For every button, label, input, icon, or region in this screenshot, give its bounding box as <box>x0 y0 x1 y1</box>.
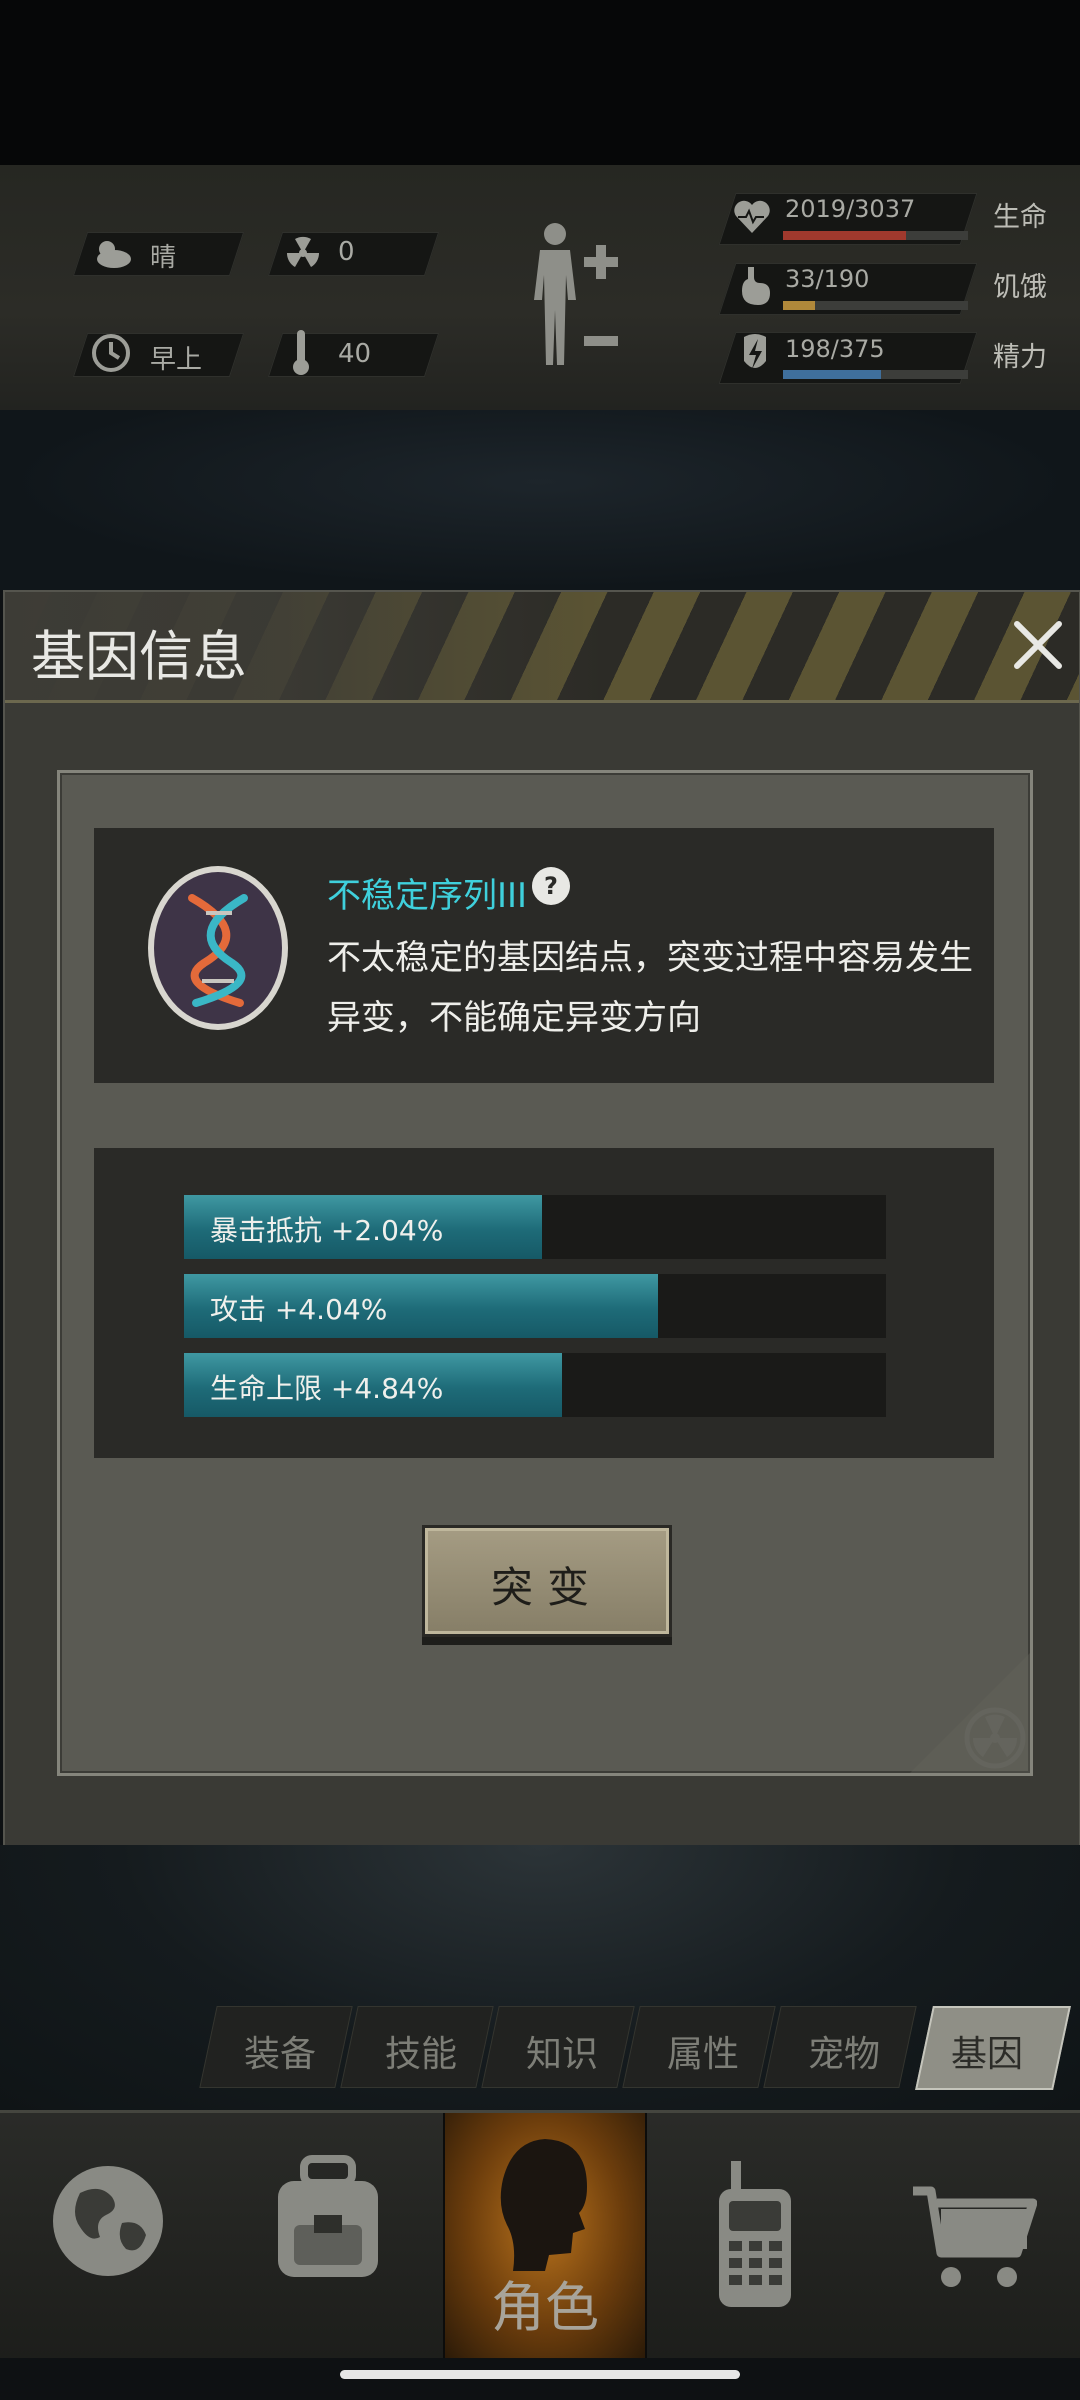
gene-info-card: 不稳定序列III ? 不太稳定的基因结点，突变过程中容易发生异变，不能确定异变方… <box>94 828 994 1083</box>
bottom-nav-bar: 角色 <box>0 2110 1080 2358</box>
energy-label: 精力 <box>993 342 1047 373</box>
top-safe-area <box>0 0 1080 165</box>
thermometer-icon <box>290 327 312 381</box>
head-silhouette-icon[interactable] <box>493 2133 597 2277</box>
energy-bar-fill <box>783 370 881 379</box>
gene-panel: 不稳定序列III ? 不太稳定的基因结点，突变过程中容易发生异变，不能确定异变方… <box>57 770 1033 1776</box>
body-figure-icon[interactable] <box>520 220 590 374</box>
nav-radio[interactable] <box>643 2113 863 2358</box>
stat-label: 暴击抵抗 +2.04% <box>210 1214 444 1247</box>
gene-description: 不太稳定的基因结点，突变过程中容易发生异变，不能确定异变方向 <box>327 938 973 1038</box>
tab-skills-label[interactable]: 技能 <box>385 2025 457 2077</box>
stomach-icon <box>738 265 772 311</box>
status-bar: 晴 0 早上 40 2019/3037 生命 33/190 饥饿 198/375… <box>0 165 1080 413</box>
home-indicator[interactable] <box>340 2370 740 2379</box>
help-icon[interactable]: ? <box>531 866 571 906</box>
mutate-button-label: 突变 <box>490 1563 603 1612</box>
heart-icon <box>732 197 772 239</box>
radiation-value: 0 <box>338 237 355 267</box>
stat-row-crit-resist: 暴击抵抗 +2.04% <box>184 1195 886 1259</box>
tab-equipment-label[interactable]: 装备 <box>244 2025 316 2077</box>
tab-genes-label[interactable]: 基因 <box>951 2025 1023 2077</box>
mutate-button[interactable]: 突变 <box>422 1525 672 1637</box>
gene-info-dialog: 基因信息 不稳定序列III ? 不太稳定的基因结点，突变过程中容易发生异变，不能… <box>3 590 1080 1849</box>
tab-attributes-label[interactable]: 属性 <box>667 2025 739 2077</box>
health-bar <box>783 231 968 240</box>
gene-name: 不稳定序列III <box>327 876 528 916</box>
globe-icon[interactable] <box>50 2163 166 2283</box>
radiation-icon <box>283 233 323 277</box>
dialog-title: 基因信息 <box>31 625 247 688</box>
close-icon[interactable] <box>1003 610 1073 680</box>
health-label: 生命 <box>993 202 1047 233</box>
clock-icon <box>90 332 132 378</box>
energy-bar <box>783 370 968 379</box>
nav-shop[interactable] <box>863 2113 1080 2358</box>
health-value: 2019/3037 <box>785 195 916 223</box>
close-button[interactable] <box>1003 610 1073 680</box>
tab-knowledge-label[interactable]: 知识 <box>526 2025 598 2077</box>
nav-backpack[interactable] <box>220 2113 443 2358</box>
weather-sunny-icon <box>90 235 134 275</box>
tab-pets-label[interactable]: 宠物 <box>808 2025 880 2077</box>
radiation-watermark-icon <box>900 1653 1030 1773</box>
stat-label: 攻击 +4.04% <box>210 1293 388 1326</box>
nav-role[interactable]: 角色 <box>443 2113 647 2358</box>
background-scene <box>0 410 1080 590</box>
dna-icon <box>144 863 292 1033</box>
hunger-bar-fill <box>783 301 816 310</box>
nav-role-label[interactable]: 角色 <box>445 2263 645 2342</box>
time-of-day-text: 早上 <box>150 345 203 375</box>
temperature-value: 40 <box>338 339 372 369</box>
backpack-icon[interactable] <box>268 2155 388 2284</box>
hunger-label: 饥饿 <box>993 272 1047 303</box>
health-bar-fill <box>783 231 907 240</box>
gene-stats-card: 暴击抵抗 +2.04% 攻击 +4.04% 生命上限 +4.84% <box>94 1148 994 1458</box>
plus-icon[interactable] <box>582 243 620 285</box>
hunger-bar <box>783 301 968 310</box>
shopping-cart-icon[interactable] <box>911 2183 1038 2297</box>
stat-row-attack: 攻击 +4.04% <box>184 1274 886 1338</box>
stat-label: 生命上限 +4.84% <box>210 1372 444 1405</box>
energy-value: 198/375 <box>785 335 885 363</box>
hunger-value: 33/190 <box>785 265 870 293</box>
energy-bolt-icon <box>738 331 772 381</box>
minus-icon[interactable] <box>582 333 620 352</box>
stat-row-max-hp: 生命上限 +4.84% <box>184 1353 886 1417</box>
svg-text:?: ? <box>544 872 558 900</box>
walkie-talkie-icon[interactable] <box>713 2161 797 2315</box>
nav-map[interactable] <box>0 2113 220 2358</box>
weather-text: 晴 <box>150 243 177 273</box>
